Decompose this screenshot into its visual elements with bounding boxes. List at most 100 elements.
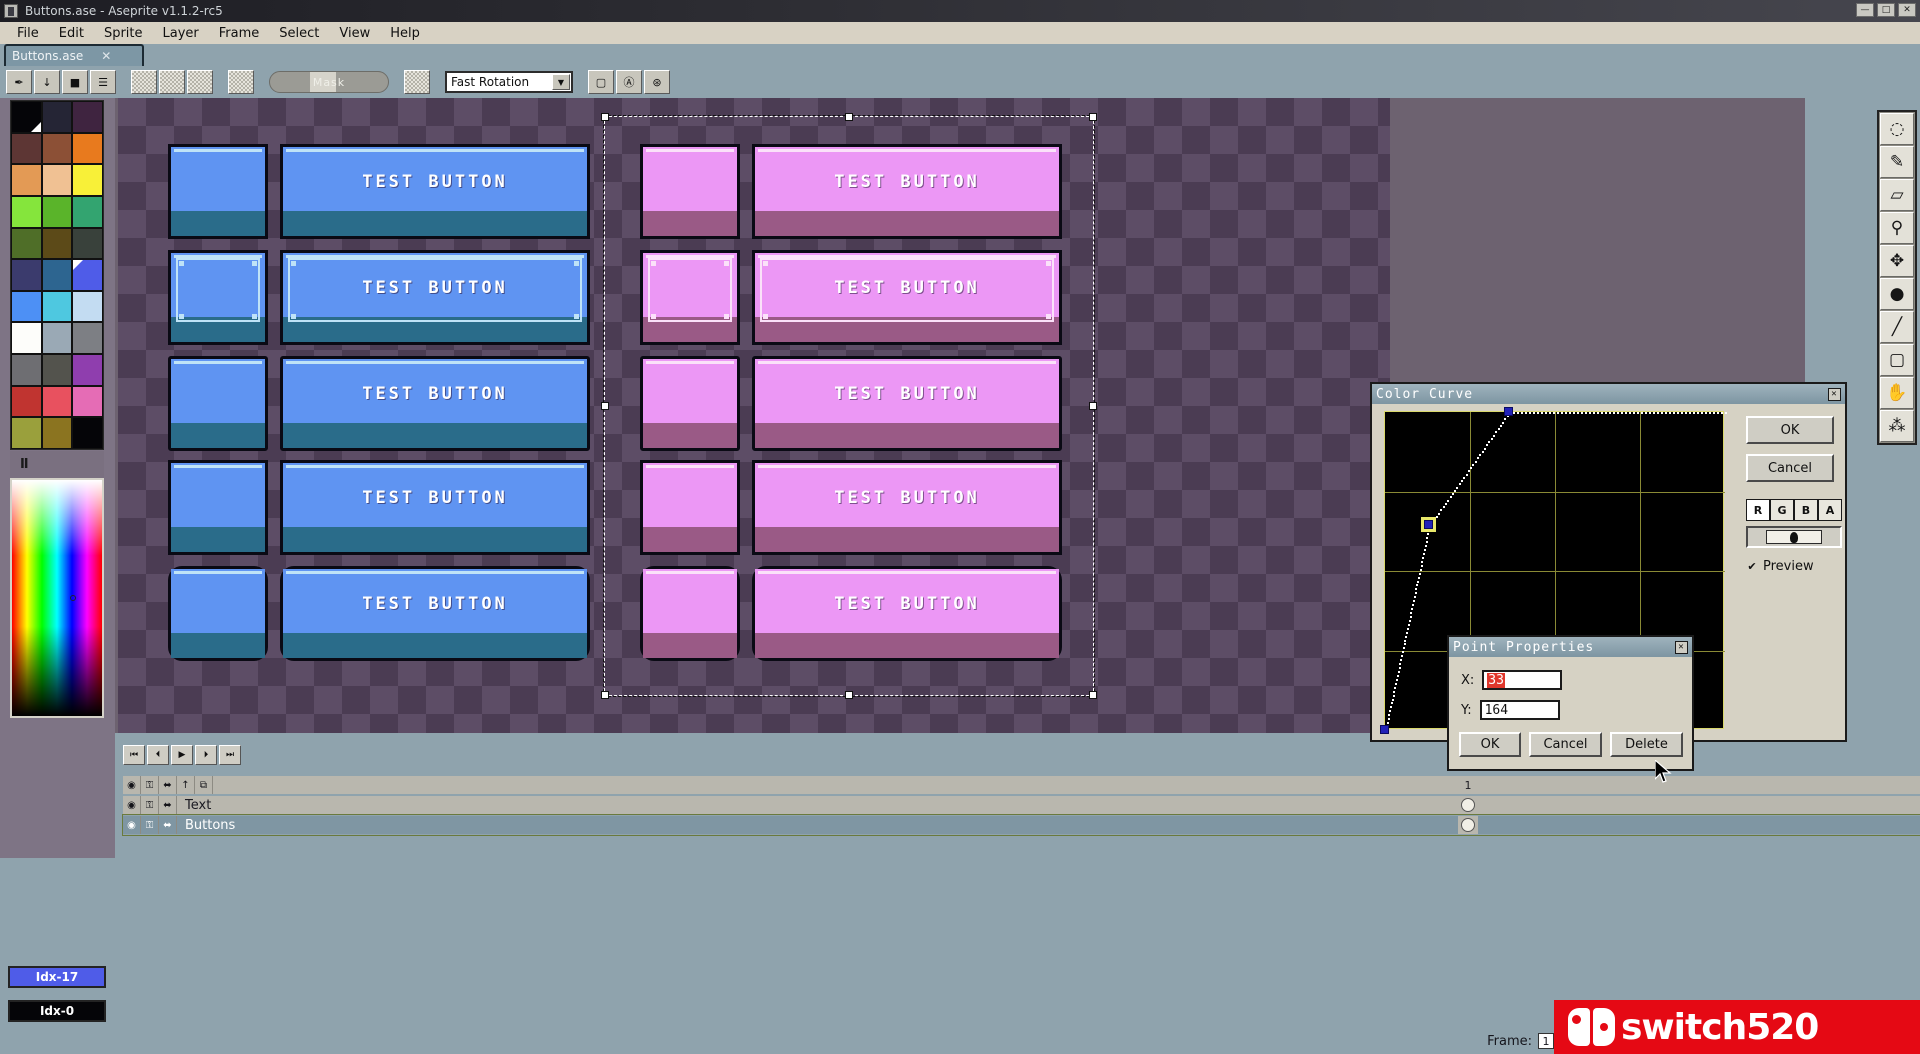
palette-swatch[interactable] <box>42 354 73 386</box>
tools-palette[interactable]: ◌✎▱⚲✥●╱▢✋⁂ <box>1877 110 1917 445</box>
x-input[interactable]: 33 <box>1482 670 1562 690</box>
palette-swatch[interactable] <box>11 386 42 418</box>
frame-column-header[interactable]: 1 <box>1458 776 1478 794</box>
palette-swatch[interactable] <box>72 386 103 418</box>
go-next-frame-button[interactable]: ⏵ <box>195 745 217 765</box>
palette-swatch[interactable] <box>11 417 42 449</box>
brush-lines-icon[interactable]: ☰ <box>90 70 116 94</box>
maximize-button[interactable]: □ <box>1877 3 1895 17</box>
selection-handle[interactable] <box>601 691 609 699</box>
menu-view[interactable]: View <box>330 24 379 43</box>
window-controls[interactable]: — □ ✕ <box>1856 3 1916 17</box>
timeline-toggle-icon[interactable]: ⊛ <box>644 70 670 94</box>
palette-swatch[interactable] <box>11 354 42 386</box>
duplicate-icon[interactable]: ⧉ <box>195 776 213 794</box>
link-icon[interactable]: ⬌ <box>159 796 177 814</box>
close-icon[interactable]: ✕ <box>1675 641 1688 654</box>
close-button[interactable]: ✕ <box>1898 3 1916 17</box>
spray-icon[interactable]: ⁂ <box>1880 410 1914 442</box>
selection-handle[interactable] <box>601 402 609 410</box>
color-spectrum[interactable] <box>12 480 102 716</box>
select-add-icon[interactable] <box>159 70 185 94</box>
menu-frame[interactable]: Frame <box>210 24 269 43</box>
mask-edit-icon[interactable] <box>228 70 254 94</box>
palette-swatch[interactable] <box>42 386 73 418</box>
eraser-icon[interactable]: ▱ <box>1880 179 1914 211</box>
palette-swatch[interactable] <box>42 322 73 354</box>
minimize-button[interactable]: — <box>1856 3 1874 17</box>
palette-swatch[interactable] <box>42 101 73 133</box>
grid-icon[interactable] <box>404 70 430 94</box>
marquee-select-icon[interactable]: ◌ <box>1880 113 1914 145</box>
eye-icon[interactable]: ◉ <box>123 796 141 814</box>
select-subtract-icon[interactable] <box>187 70 213 94</box>
channel-r-button[interactable]: R <box>1746 499 1770 521</box>
curve-point[interactable] <box>1380 725 1389 734</box>
selection-handle[interactable] <box>845 691 853 699</box>
lock-icon[interactable]: ⚿ <box>141 776 159 794</box>
menu-help[interactable]: Help <box>381 24 429 43</box>
channel-g-button[interactable]: G <box>1770 499 1794 521</box>
palette-swatch[interactable] <box>11 133 42 165</box>
dialog-titlebar[interactable]: Color Curve ✕ <box>1372 384 1845 404</box>
go-prev-frame-button[interactable]: ⏴ <box>147 745 169 765</box>
palette-swatch[interactable] <box>11 228 42 260</box>
palette-swatch[interactable] <box>72 354 103 386</box>
go-first-frame-button[interactable]: ⏮ <box>123 745 145 765</box>
link-icon[interactable]: ⬌ <box>159 776 177 794</box>
go-last-frame-button[interactable]: ⏭ <box>219 745 241 765</box>
layer-cel[interactable] <box>1458 816 1478 834</box>
playback-controls[interactable]: ⏮ ⏴ ▶ ⏵ ⏭ <box>123 745 241 765</box>
palette-swatch[interactable] <box>72 291 103 323</box>
curve-point[interactable] <box>1504 407 1513 416</box>
curve-slider[interactable] <box>1746 526 1842 548</box>
menu-file[interactable]: File <box>8 24 48 43</box>
palette-swatch[interactable] <box>72 228 103 260</box>
menu-select[interactable]: Select <box>270 24 328 43</box>
selection-handle[interactable] <box>1089 691 1097 699</box>
tab-close-icon[interactable]: ✕ <box>101 49 111 63</box>
palette-swatch[interactable] <box>42 228 73 260</box>
palette-swatch[interactable] <box>72 322 103 354</box>
palette-swatch[interactable] <box>72 101 103 133</box>
select-replace-icon[interactable] <box>131 70 157 94</box>
foreground-color-index[interactable]: Idx-17 <box>8 966 106 988</box>
brush-square-icon[interactable]: ■ <box>62 70 88 94</box>
selection-handle[interactable] <box>1089 113 1097 121</box>
brush-pencil-icon[interactable]: ✒ <box>6 70 32 94</box>
close-icon[interactable]: ✕ <box>1828 388 1841 401</box>
palette-swatch[interactable] <box>11 291 42 323</box>
point-properties-dialog[interactable]: Point Properties ✕ X: 33 Y: 164 OK Cance… <box>1447 635 1694 771</box>
chevron-down-icon[interactable]: ▼ <box>552 74 570 90</box>
new-layer-icon[interactable]: ↑ <box>177 776 195 794</box>
palette-swatch[interactable] <box>72 196 103 228</box>
layer-row-text[interactable]: ◉ ⚿ ⬌ Text <box>123 795 1920 815</box>
curve-point-selected[interactable] <box>1424 520 1433 529</box>
palette-swatch[interactable] <box>72 164 103 196</box>
palette-swatch[interactable] <box>42 417 73 449</box>
hand-icon[interactable]: ✋ <box>1880 377 1914 409</box>
y-input[interactable]: 164 <box>1480 700 1560 720</box>
background-color-index[interactable]: Idx-0 <box>8 1000 106 1022</box>
ok-button[interactable]: OK <box>1746 416 1834 444</box>
move-icon[interactable]: ✥ <box>1880 245 1914 277</box>
eye-icon[interactable]: ◉ <box>123 776 141 794</box>
menu-edit[interactable]: Edit <box>50 24 93 43</box>
selection-handle[interactable] <box>601 113 609 121</box>
palette-swatch[interactable] <box>11 322 42 354</box>
eye-icon[interactable]: ◉ <box>123 816 141 834</box>
layer-name-label[interactable]: Buttons <box>177 816 1920 834</box>
preview-checkbox[interactable]: ✔ Preview <box>1746 559 1814 574</box>
onion-skin-icon[interactable]: ▢ <box>588 70 614 94</box>
palette-swatch[interactable] <box>11 259 42 291</box>
menu-sprite[interactable]: Sprite <box>95 24 152 43</box>
palette-swatch[interactable] <box>42 291 73 323</box>
palette-swatch[interactable] <box>42 164 73 196</box>
pencil-icon[interactable]: ✎ <box>1880 146 1914 178</box>
rectangle-icon[interactable]: ▢ <box>1880 344 1914 376</box>
palette-swatch[interactable] <box>11 196 42 228</box>
selection-handle[interactable] <box>845 113 853 121</box>
palette-swatch[interactable] <box>11 164 42 196</box>
dialog-titlebar[interactable]: Point Properties ✕ <box>1449 637 1692 657</box>
menu-layer[interactable]: Layer <box>154 24 208 43</box>
